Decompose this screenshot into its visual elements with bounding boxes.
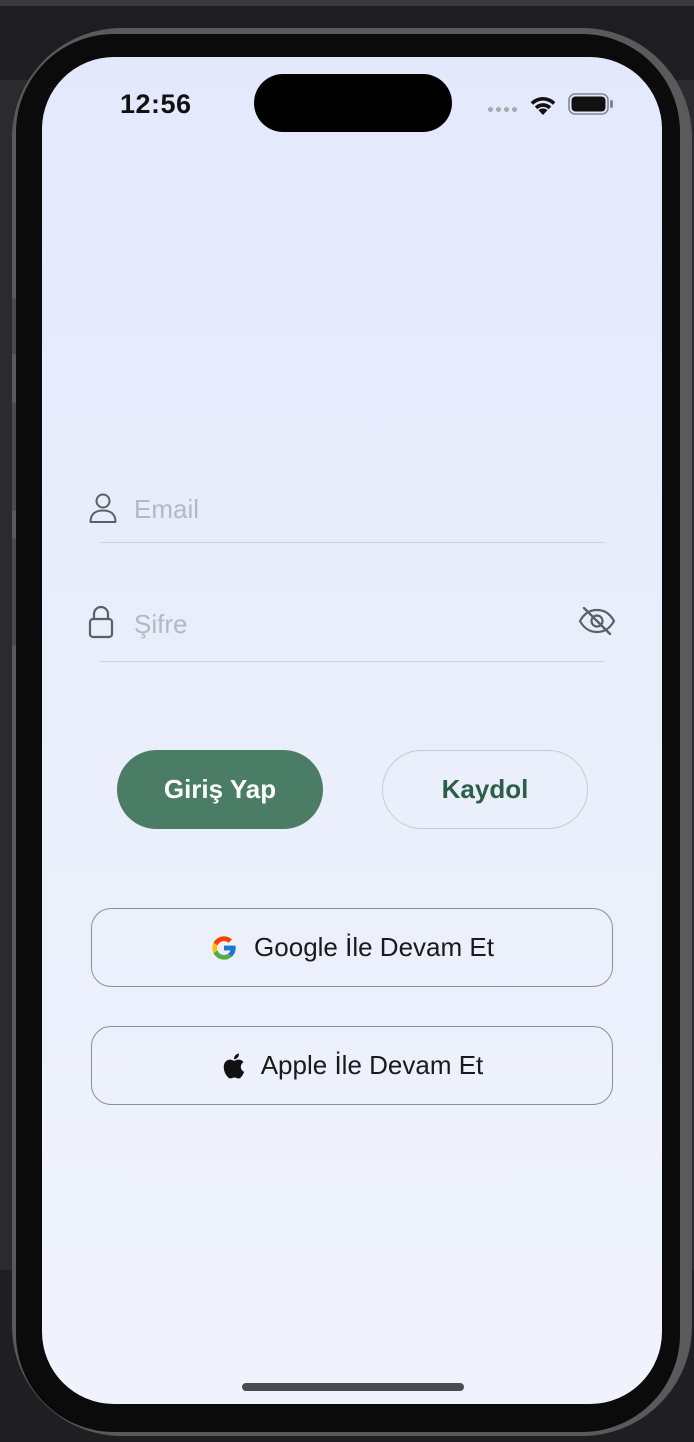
home-indicator (242, 1383, 464, 1391)
apple-signin-button[interactable]: Apple İle Devam Et (91, 1026, 613, 1105)
signal-dots-icon (488, 107, 517, 112)
lock-icon (88, 605, 114, 639)
status-time: 12:56 (120, 89, 192, 119)
google-icon (212, 935, 236, 960)
login-button[interactable]: Giriş Yap (117, 750, 323, 829)
email-field (89, 482, 605, 543)
apple-button-label: Apple İle Devam Et (260, 1050, 484, 1080)
email-input[interactable] (132, 488, 556, 530)
user-icon (89, 493, 117, 523)
google-button-label: Google İle Devam Et (254, 932, 494, 962)
phone-screen: 12:56 Giriş Yap Kaydol (42, 57, 662, 1404)
apple-icon (223, 1053, 244, 1078)
wifi-icon (530, 97, 556, 115)
password-field (88, 597, 616, 662)
host-window-strip (0, 0, 694, 6)
battery-icon (568, 93, 613, 115)
password-input[interactable] (132, 603, 556, 645)
dynamic-island (254, 74, 452, 132)
register-button[interactable]: Kaydol (382, 750, 588, 829)
eye-slash-icon[interactable] (578, 607, 616, 635)
google-signin-button[interactable]: Google İle Devam Et (91, 908, 613, 987)
